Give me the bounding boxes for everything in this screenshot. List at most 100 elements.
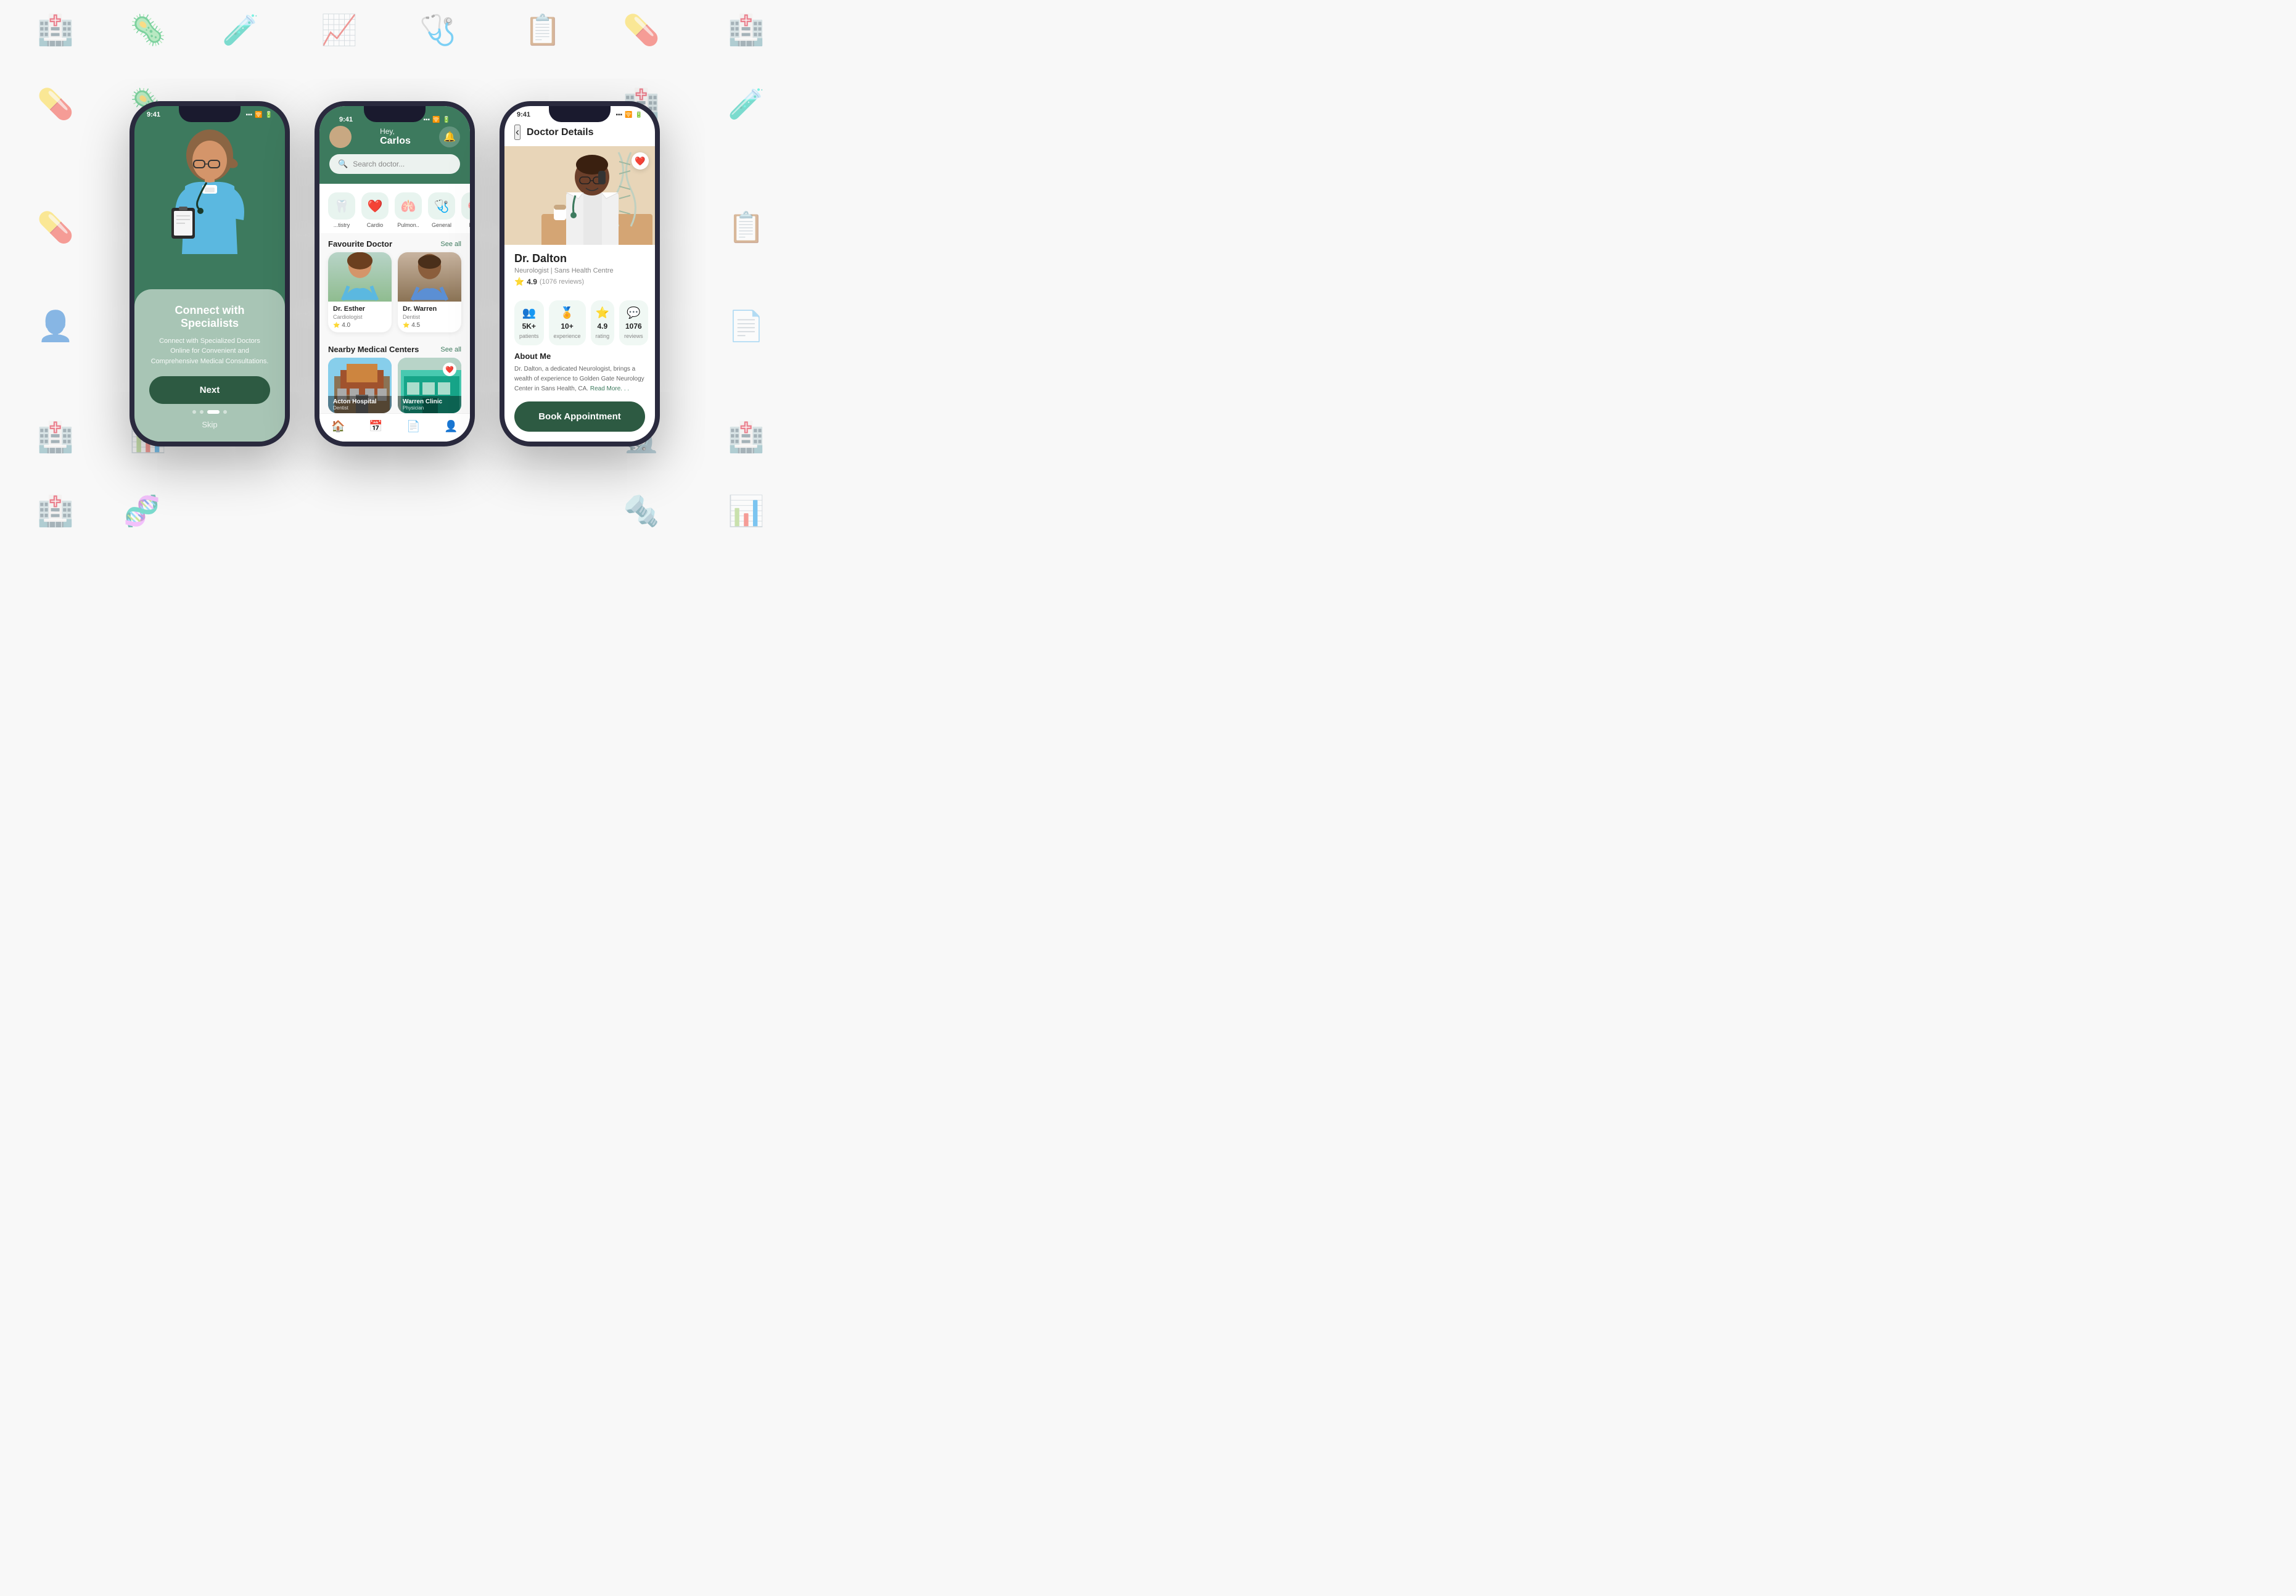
- dot-4: [223, 410, 227, 414]
- bg-icon-5: 🩺: [419, 12, 456, 47]
- pulmo-label: Pulmon..: [397, 222, 419, 228]
- nav-calendar[interactable]: 📅: [357, 420, 395, 433]
- onboard-description: Connect with Specialized Doctors Online …: [149, 336, 270, 367]
- onboard-title: Connect with Specialists: [149, 304, 270, 330]
- doctor-name-warren: Dr. Warren: [403, 305, 456, 313]
- doctor-rating-esther: ⭐ 4.0: [333, 322, 387, 329]
- phones-container: 9:41 ▪▪▪ 🛜 🔋: [130, 101, 660, 446]
- signal-icon-3: ▪▪▪: [615, 112, 622, 118]
- reviews-icon: 💬: [627, 306, 640, 319]
- phone-home: 9:41 ▪▪▪ 🛜 🔋 Hey,: [315, 101, 475, 446]
- hospital-warren-label: Warren Clinic Physician: [398, 396, 461, 413]
- nav-home[interactable]: 🏠: [319, 420, 357, 433]
- patients-label: patients: [519, 333, 539, 339]
- stat-reviews: 💬 1076 reviews: [619, 300, 648, 345]
- categories-row: 🦷 ...tistry ❤️ Cardio 🫁 Pulmon.. 🩺 Gener…: [319, 184, 470, 233]
- hospital-warren-type: Physician: [403, 405, 456, 411]
- see-all-nearby[interactable]: See all: [440, 346, 461, 353]
- bg-icon-9: 💊: [37, 86, 74, 121]
- battery-icon-2: 🔋: [443, 117, 450, 123]
- phone-3-screen: 9:41 ▪▪▪ 🛜 🔋 ‹ Doctor Details: [504, 106, 655, 442]
- book-appointment-button[interactable]: Book Appointment: [514, 401, 645, 432]
- dot-1: [192, 410, 196, 414]
- category-neuro[interactable]: 🧠 Ne...: [461, 192, 470, 228]
- neuro-icon-box: 🧠: [461, 192, 470, 220]
- nearby-title: Nearby Medical Centers: [328, 345, 419, 354]
- doctor-detail-specialty: Neurologist | Sans Health Centre: [514, 267, 645, 274]
- bg-icon-21: 🏥: [37, 419, 74, 455]
- category-general[interactable]: 🩺 General: [428, 192, 455, 228]
- bg-icon-2: 🦠: [130, 12, 167, 47]
- category-pulmonology[interactable]: 🫁 Pulmon..: [395, 192, 422, 228]
- bg-icon-8: 🏥: [728, 12, 765, 47]
- bg-icon-27: 🔩: [623, 493, 660, 529]
- next-button[interactable]: Next: [149, 376, 270, 404]
- phone-doctor-details: 9:41 ▪▪▪ 🛜 🔋 ‹ Doctor Details: [500, 101, 660, 446]
- patients-value: 5K+: [522, 322, 536, 331]
- category-dentistry[interactable]: 🦷 ...tistry: [328, 192, 355, 228]
- bg-icon-4: 📈: [321, 12, 358, 47]
- category-cardio[interactable]: ❤️ Cardio: [361, 192, 389, 228]
- user-avatar: [329, 126, 352, 148]
- favourite-title: Favourite Doctor: [328, 239, 392, 249]
- doctor-info-esther: Dr. Esther Cardiologist ⭐ 4.0: [328, 302, 392, 332]
- rating-icon: ⭐: [596, 306, 609, 319]
- greeting-hey: Hey,: [380, 127, 411, 136]
- rating-stat-value: 4.9: [597, 322, 607, 331]
- hospital-acton[interactable]: Acton Hospital Dentist: [328, 358, 392, 413]
- detail-header: ‹ Doctor Details: [504, 121, 655, 146]
- nurse-illustration: [160, 121, 259, 289]
- battery-icon-1: 🔋: [265, 112, 273, 118]
- general-icon-box: 🩺: [428, 192, 455, 220]
- favourite-section-header: Favourite Doctor See all: [319, 233, 470, 252]
- nav-profile[interactable]: 👤: [432, 420, 470, 433]
- hospital-warren-heart: ❤️: [443, 363, 456, 376]
- favourite-heart-icon[interactable]: ❤️: [632, 152, 649, 170]
- bottom-navigation: 🏠 📅 📄 👤: [319, 413, 470, 442]
- status-time-2: 9:41: [339, 116, 353, 123]
- back-button[interactable]: ‹: [514, 125, 521, 140]
- search-icon: 🔍: [338, 159, 348, 169]
- doctor-rating-row: ⭐ 4.9 (1076 reviews): [514, 277, 645, 287]
- hospital-acton-type: Dentist: [333, 405, 387, 411]
- bg-icon-12: 🧪: [728, 86, 765, 121]
- stat-experience: 🏅 10+ experience: [549, 300, 586, 345]
- dentistry-icon-box: 🦷: [328, 192, 355, 220]
- phone-1-screen: 9:41 ▪▪▪ 🛜 🔋: [134, 106, 285, 442]
- search-bar[interactable]: 🔍 Search doctor...: [329, 154, 460, 174]
- hospital-acton-name: Acton Hospital: [333, 398, 387, 405]
- dot-3: [207, 410, 220, 414]
- see-all-favourite[interactable]: See all: [440, 241, 461, 248]
- star-icon-warren: ⭐: [403, 322, 409, 329]
- progress-dots: [192, 410, 227, 414]
- notification-button[interactable]: 🔔: [439, 126, 460, 147]
- bg-icon-6: 📋: [524, 12, 561, 47]
- home-body: 🦷 ...tistry ❤️ Cardio 🫁 Pulmon.. 🩺 Gener…: [319, 184, 470, 413]
- read-more-link[interactable]: Read More. . .: [590, 385, 629, 392]
- nearby-section-header: Nearby Medical Centers See all: [319, 339, 470, 358]
- status-time-1: 9:41: [147, 111, 160, 118]
- dot-2: [200, 410, 204, 414]
- bg-icon-28: 📊: [728, 493, 765, 529]
- detail-title: Doctor Details: [527, 127, 593, 138]
- rating-count: (1076 reviews): [540, 278, 584, 286]
- nav-documents[interactable]: 📄: [395, 420, 432, 433]
- rating-value-esther: 4.0: [342, 322, 350, 329]
- phone-2-screen: 9:41 ▪▪▪ 🛜 🔋 Hey,: [319, 106, 470, 442]
- notch-2: [364, 106, 426, 122]
- experience-label: experience: [554, 333, 581, 339]
- doctor-card-warren[interactable]: Dr. Warren Dentist ⭐ 4.5: [398, 252, 461, 332]
- doctor-info-warren: Dr. Warren Dentist ⭐ 4.5: [398, 302, 461, 332]
- bg-icon-25: 🏥: [37, 493, 74, 529]
- doctor-hero-image: ❤️: [504, 146, 655, 245]
- doctor-card-esther[interactable]: Dr. Esther Cardiologist ⭐ 4.0: [328, 252, 392, 332]
- status-time-3: 9:41: [517, 111, 530, 118]
- doctor-photo-warren: [398, 252, 461, 302]
- skip-button[interactable]: Skip: [202, 420, 217, 429]
- neuro-label: Ne...: [469, 222, 470, 228]
- notch-3: [549, 106, 611, 122]
- bg-icon-7: 💊: [623, 12, 660, 47]
- stat-rating: ⭐ 4.9 rating: [591, 300, 615, 345]
- hospital-warren[interactable]: ❤️ Warren Clinic Physician: [398, 358, 461, 413]
- bell-icon: 🔔: [443, 131, 456, 143]
